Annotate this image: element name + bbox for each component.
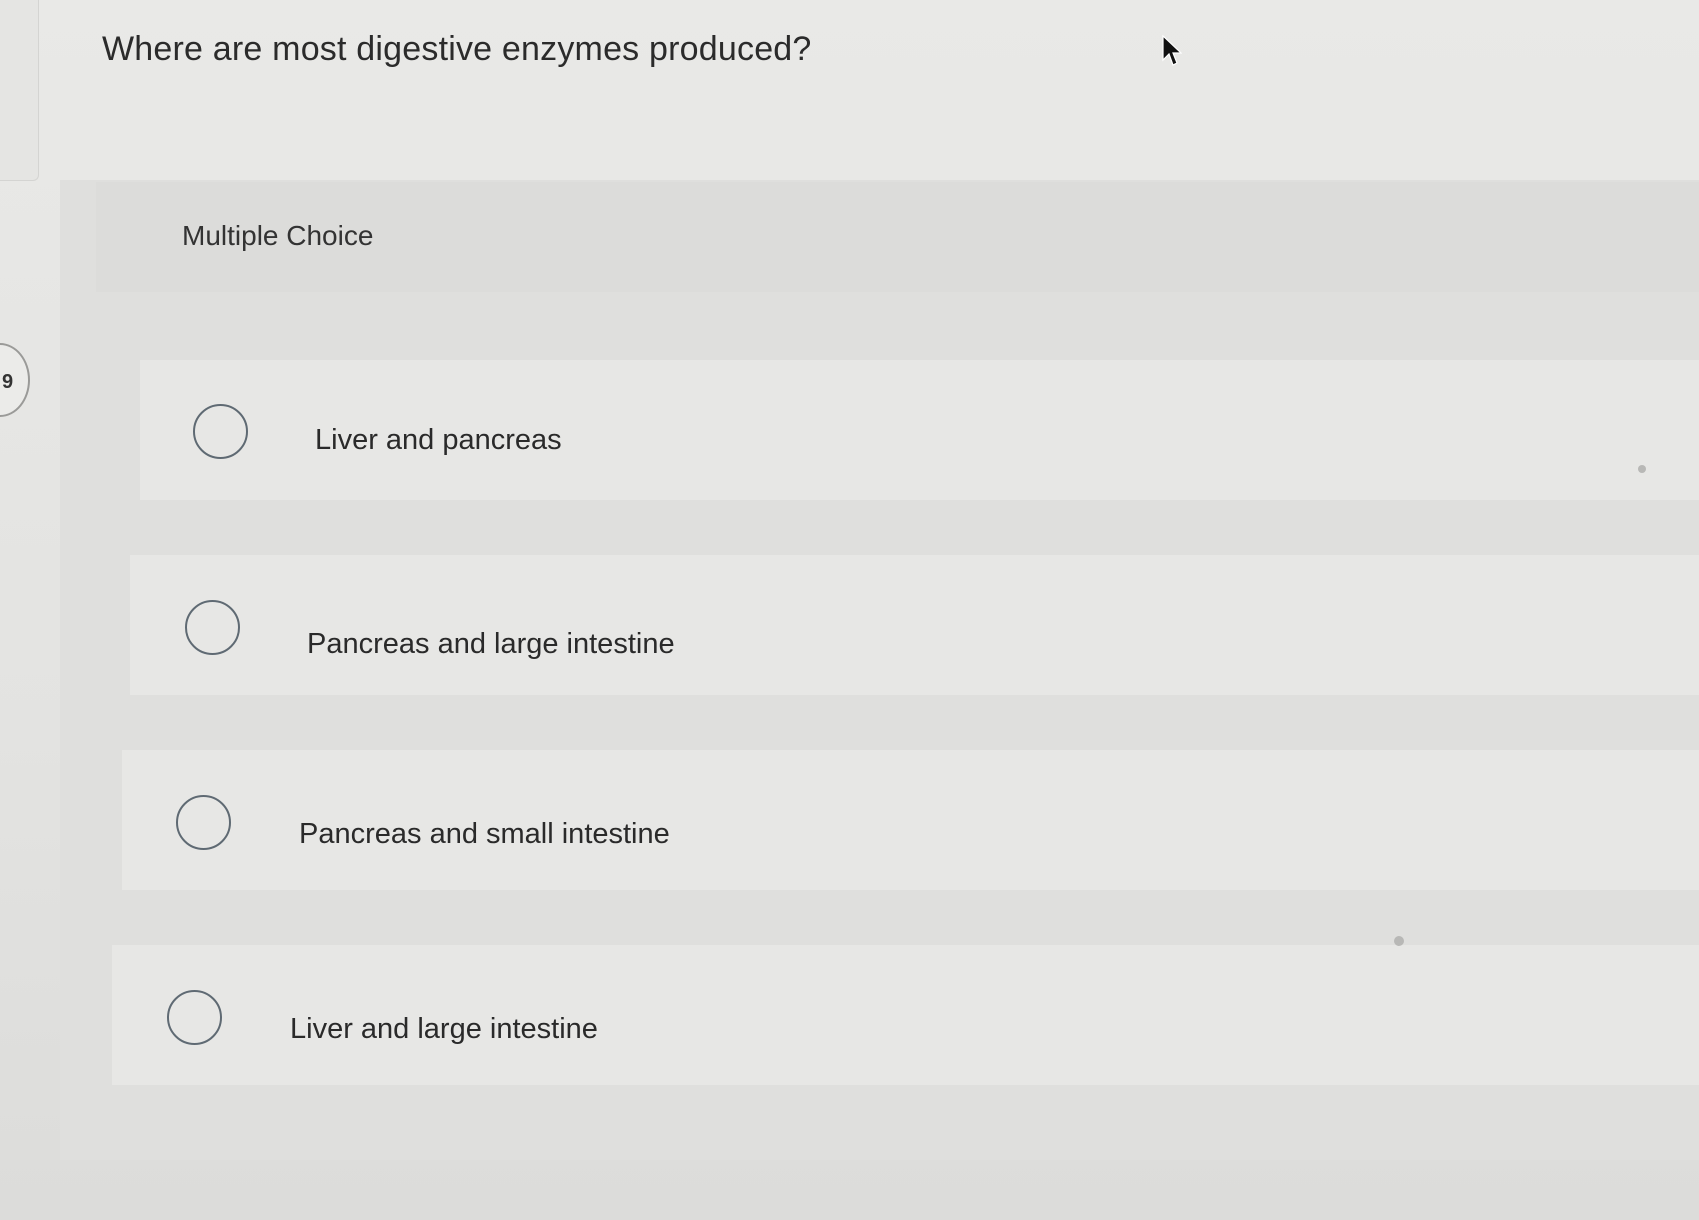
radio-button-option-1[interactable]: [193, 404, 248, 459]
question-type-label: Multiple Choice: [182, 220, 374, 251]
page: 9 Where are most digestive enzymes produ…: [0, 0, 1699, 1220]
answer-option[interactable]: [130, 555, 1699, 695]
answer-option-label[interactable]: Pancreas and small intestine: [299, 818, 670, 851]
radio-button-option-2[interactable]: [185, 600, 240, 655]
left-rail: [0, 0, 39, 181]
answer-option-label[interactable]: Liver and large intestine: [290, 1013, 598, 1046]
question-number: 9: [2, 371, 14, 393]
answer-option-label[interactable]: Liver and pancreas: [315, 424, 562, 457]
screen-speck: [1638, 465, 1646, 473]
question-prompt: Where are most digestive enzymes produce…: [102, 30, 812, 68]
screen-speck: [1394, 936, 1404, 946]
radio-button-option-3[interactable]: [176, 795, 231, 850]
radio-button-option-4[interactable]: [167, 990, 222, 1045]
answer-option-label[interactable]: Pancreas and large intestine: [307, 628, 675, 661]
mouse-pointer-icon: [1162, 34, 1182, 66]
